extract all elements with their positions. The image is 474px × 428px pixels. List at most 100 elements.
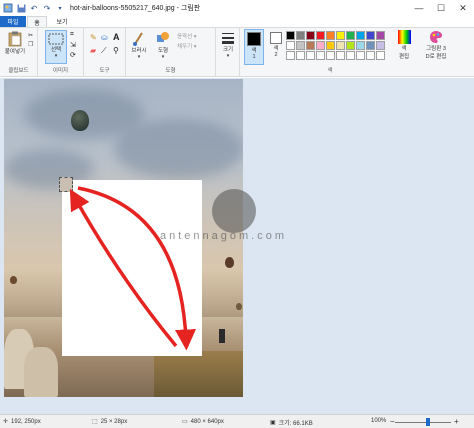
color-swatch[interactable]: [316, 31, 325, 40]
color-swatch[interactable]: [326, 31, 335, 40]
zoom-slider-thumb[interactable]: [426, 418, 430, 426]
color2-button[interactable]: 색 2: [267, 30, 285, 58]
image-group: 선택 ▾ ⌗ ⇲ ⟳ 이미지: [38, 28, 84, 76]
color-swatch[interactable]: [346, 41, 355, 50]
color-swatch[interactable]: [376, 41, 385, 50]
copy-icon[interactable]: ❐: [28, 41, 33, 48]
color-swatch[interactable]: [336, 51, 345, 60]
selection-size: ⬚ 25 × 28px: [92, 418, 127, 426]
color-swatch[interactable]: [376, 31, 385, 40]
color-picker-icon[interactable]: ⟋: [101, 46, 107, 56]
rotate-icon[interactable]: ⟳: [70, 51, 76, 59]
redo-icon[interactable]: ↷: [42, 3, 52, 13]
color-swatch[interactable]: [306, 41, 315, 50]
color-swatch[interactable]: [306, 51, 315, 60]
ribbon: 붙여넣기 ✂ ❐ 클립보드 선택 ▾ ⌗ ⇲ ⟳ 이미지 ✎ ⛀ A ▰ ⟋ ⚲…: [0, 27, 474, 77]
brushes-label: 브러시: [131, 48, 147, 54]
color-swatch[interactable]: [296, 51, 305, 60]
close-button[interactable]: ✕: [452, 0, 474, 16]
shapes-button[interactable]: 도형 ▾: [152, 30, 174, 60]
window-title: hot-air-balloons-5505217_640.jpg - 그림판: [70, 5, 201, 12]
fill-bucket-icon[interactable]: ⛀: [101, 33, 108, 42]
rainbow-palette-icon: [397, 30, 411, 44]
line-width-icon: [222, 33, 234, 44]
color-swatch[interactable]: [366, 41, 375, 50]
cursor-position-text: 192, 250px: [11, 418, 41, 425]
clipboard-group: 붙여넣기 ✂ ❐ 클립보드: [0, 28, 38, 76]
fill-button[interactable]: 채우기 ▾: [177, 42, 196, 50]
customize-quick-access-icon[interactable]: ▾: [55, 3, 65, 13]
fill-label: 채우기: [177, 44, 193, 50]
color-swatch[interactable]: [296, 31, 305, 40]
select-button[interactable]: 선택 ▾: [45, 30, 67, 64]
color-swatch[interactable]: [356, 41, 365, 50]
shapes-label: 도형: [157, 48, 169, 54]
outline-button[interactable]: 윤곽선 ▾: [177, 32, 196, 40]
shapes-group-label: 도형: [165, 68, 176, 74]
color1-button[interactable]: 색 1: [244, 29, 264, 65]
color2-number: 2: [274, 52, 278, 58]
undo-icon[interactable]: ↶: [29, 3, 39, 13]
image-size-text: 480 × 640px: [190, 418, 224, 425]
cut-icon[interactable]: ✂: [28, 32, 33, 39]
color-swatch[interactable]: [326, 51, 335, 60]
pencil-icon[interactable]: ✎: [90, 33, 97, 42]
color-swatch[interactable]: [296, 41, 305, 50]
color-swatch[interactable]: [356, 51, 365, 60]
tab-view[interactable]: 보기: [52, 16, 72, 27]
workspace[interactable]: antennagom.com: [0, 78, 474, 414]
color-swatch[interactable]: [366, 31, 375, 40]
color-swatch[interactable]: [376, 51, 385, 60]
color-swatch[interactable]: [286, 41, 295, 50]
eraser-icon[interactable]: ▰: [90, 46, 96, 55]
image-size: ▭ 480 × 640px: [182, 418, 224, 426]
color-swatch[interactable]: [316, 51, 325, 60]
edit-with-paint3d-button[interactable]: 그림판 3 D로 편집: [421, 30, 451, 60]
save-icon[interactable]: [16, 3, 26, 13]
zoom-slider-track[interactable]: [395, 422, 451, 423]
color-swatch[interactable]: [326, 41, 335, 50]
brushes-button[interactable]: 브러시 ▾: [128, 30, 150, 60]
size-button[interactable]: 크기 ▾: [218, 31, 238, 59]
colors-group: 색 1 색 2 색 편집 색: [240, 28, 420, 76]
color-swatch[interactable]: [286, 31, 295, 40]
tools-group-label: 도구: [99, 68, 110, 74]
color2-swatch: [270, 32, 282, 44]
clipboard-icon: [8, 31, 22, 47]
zoom-level: 100%: [371, 418, 386, 424]
paste-button[interactable]: 붙여넣기: [4, 31, 26, 55]
disk-icon: ▣: [270, 420, 276, 426]
size-label: 크기: [222, 47, 234, 53]
color-swatch[interactable]: [286, 51, 295, 60]
text-tool-icon[interactable]: A: [113, 32, 120, 42]
zoom-in-button[interactable]: +: [454, 417, 459, 426]
colors-group-label: 색: [327, 68, 333, 74]
color-swatch[interactable]: [306, 31, 315, 40]
edit-colors-button[interactable]: 색 편집: [395, 30, 413, 60]
color-swatch[interactable]: [366, 51, 375, 60]
shapes-group: 브러시 ▾ 도형 ▾ 윤곽선 ▾ 채우기 ▾ 도형: [126, 28, 216, 76]
color-swatch[interactable]: [356, 31, 365, 40]
magnifier-icon[interactable]: ⚲: [113, 46, 119, 55]
color1-swatch: [247, 32, 261, 46]
tab-home[interactable]: 홈: [27, 16, 47, 27]
color-swatch[interactable]: [346, 31, 355, 40]
size-group: 크기 ▾: [216, 28, 240, 76]
paint3d-label-2: D로 편집: [425, 54, 447, 60]
color-swatch[interactable]: [336, 41, 345, 50]
maximize-button[interactable]: ☐: [430, 0, 452, 16]
zoom-out-button[interactable]: −: [390, 417, 395, 426]
file-size: ▣ 크기: 66.1KB: [270, 418, 313, 427]
select-rectangle-icon: [48, 33, 64, 45]
color-swatch[interactable]: [316, 41, 325, 50]
paint3d-icon: [430, 31, 442, 43]
color-swatch[interactable]: [336, 31, 345, 40]
minimize-button[interactable]: —: [408, 0, 430, 16]
edit-colors-label-1: 색: [401, 46, 407, 52]
resize-icon[interactable]: ⇲: [70, 41, 76, 49]
crop-icon[interactable]: ⌗: [70, 31, 74, 39]
color-palette: [286, 31, 385, 60]
tools-group: ✎ ⛀ A ▰ ⟋ ⚲ 도구: [84, 28, 126, 76]
color-swatch[interactable]: [346, 51, 355, 60]
tab-file[interactable]: 파일: [0, 16, 26, 27]
